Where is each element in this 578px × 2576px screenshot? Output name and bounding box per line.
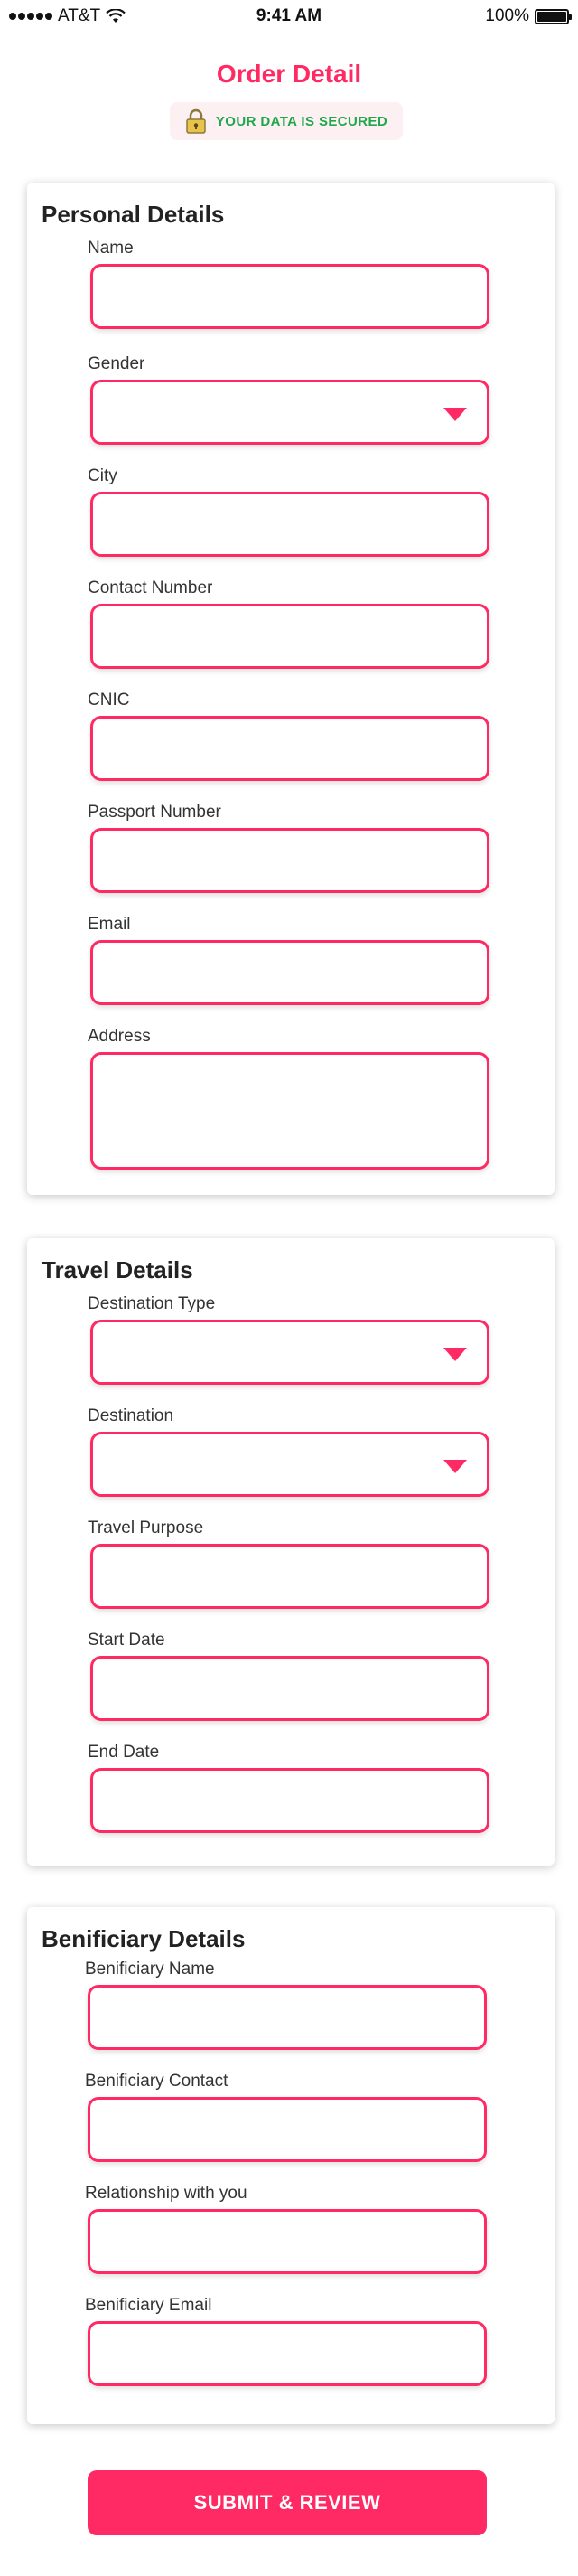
beneficiary-name-label: Benificiary Name: [85, 1960, 215, 1979]
destination-type-select[interactable]: [90, 1320, 489, 1385]
battery-percent: 100%: [485, 6, 529, 25]
beneficiary-details-title: Benificiary Details: [42, 1925, 246, 1952]
beneficiary-email-label: Benificiary Email: [85, 2296, 212, 2315]
secure-badge: YOUR DATA IS SECURED: [170, 102, 403, 140]
lock-icon: [186, 108, 206, 134]
cnic-input[interactable]: [90, 716, 489, 781]
travel-purpose-label: Travel Purpose: [88, 1518, 204, 1537]
beneficiary-name-input[interactable]: [88, 1985, 487, 2050]
relationship-input[interactable]: [88, 2209, 487, 2274]
travel-purpose-input[interactable]: [90, 1544, 489, 1609]
battery-icon: [535, 8, 572, 24]
destination-type-label: Destination Type: [88, 1294, 216, 1313]
wifi-icon: [106, 9, 126, 23]
address-label: Address: [88, 1027, 151, 1046]
beneficiary-email-input[interactable]: [88, 2321, 487, 2386]
battery-fill: [537, 11, 566, 22]
personal-details-title: Personal Details: [42, 201, 225, 228]
page-title: Order Detail: [216, 60, 362, 88]
start-date-input[interactable]: [90, 1656, 489, 1721]
name-input[interactable]: [90, 264, 489, 329]
caret-down-icon: [443, 1460, 467, 1473]
relationship-label: Relationship with you: [85, 2184, 247, 2203]
personal-details-card: Personal Details Name Gender City Contac…: [27, 183, 555, 1195]
destination-label: Destination: [88, 1406, 174, 1425]
carrier-label: AT&T: [58, 6, 101, 25]
beneficiary-contact-label: Benificiary Contact: [85, 2072, 228, 2091]
city-input[interactable]: [90, 492, 489, 557]
status-left: AT&T: [9, 6, 126, 26]
travel-details-card: Travel Details Destination Type Destinat…: [27, 1238, 555, 1866]
contact-number-input[interactable]: [90, 604, 489, 669]
contact-number-label: Contact Number: [88, 578, 213, 597]
caret-down-icon: [443, 408, 467, 421]
email-label: Email: [88, 915, 131, 934]
passport-number-input[interactable]: [90, 828, 489, 893]
gender-select[interactable]: [90, 380, 489, 445]
cnic-label: CNIC: [88, 691, 130, 710]
travel-details-title: Travel Details: [42, 1256, 193, 1283]
end-date-label: End Date: [88, 1743, 160, 1762]
signal-dots-icon: [9, 13, 52, 20]
end-date-input[interactable]: [90, 1768, 489, 1833]
gender-label: Gender: [88, 354, 145, 373]
city-label: City: [88, 466, 117, 485]
status-right: 100%: [485, 6, 572, 26]
address-textarea[interactable]: [90, 1052, 489, 1170]
destination-select[interactable]: [90, 1432, 489, 1497]
start-date-label: Start Date: [88, 1631, 165, 1650]
secure-text: YOUR DATA IS SECURED: [215, 113, 388, 129]
email-input[interactable]: [90, 940, 489, 1005]
passport-number-label: Passport Number: [88, 803, 221, 822]
status-bar: AT&T 9:41 AM 100%: [0, 0, 578, 33]
name-label: Name: [88, 239, 134, 258]
caret-down-icon: [443, 1348, 467, 1361]
submit-review-button[interactable]: SUBMIT & REVIEW: [88, 2470, 487, 2535]
beneficiary-details-card: Benificiary Details Benificiary Name Ben…: [27, 1907, 555, 2424]
beneficiary-contact-input[interactable]: [88, 2097, 487, 2162]
